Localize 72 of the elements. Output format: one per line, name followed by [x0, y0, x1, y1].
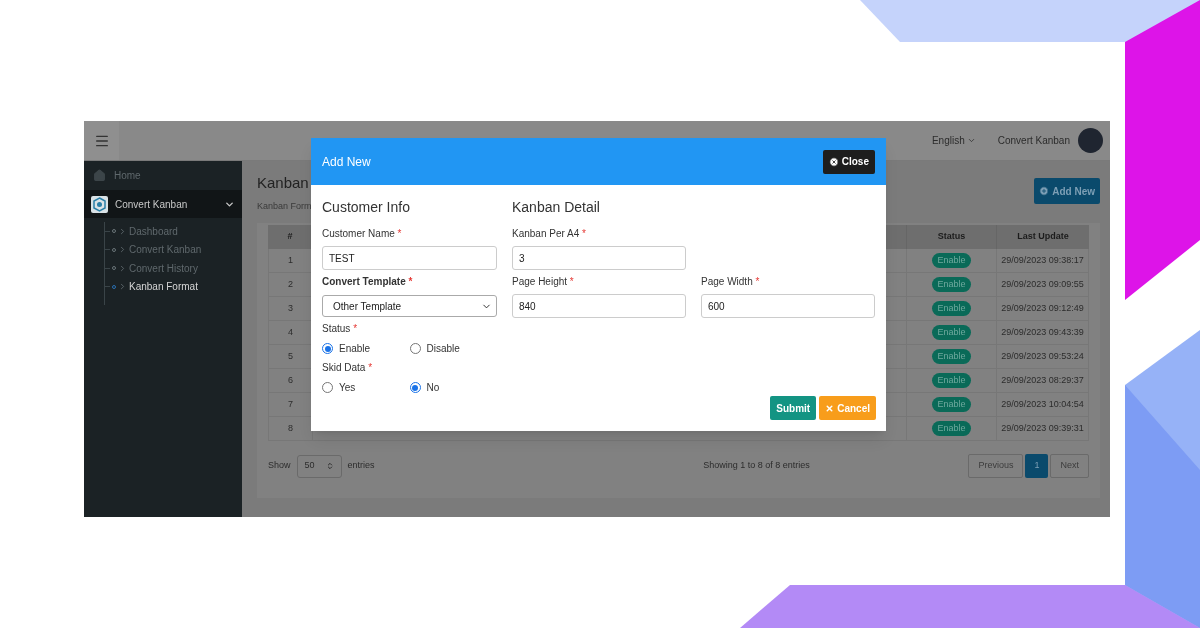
table-cell: 29/09/2023 09:38:17: [997, 249, 1089, 272]
text-field[interactable]: 600: [701, 294, 875, 318]
radio-label: Enable: [339, 342, 371, 356]
status-badge: Enable: [932, 276, 971, 293]
text-field[interactable]: 840: [512, 294, 686, 318]
entries-label: entries: [347, 459, 375, 473]
dialog-title: Add New: [322, 153, 371, 171]
required-mark: *: [754, 276, 760, 287]
table-cell: 29/09/2023 09:09:55: [997, 273, 1089, 296]
field-label: Customer Name *: [322, 227, 403, 241]
table-cell: 29/09/2023 09:39:31: [997, 417, 1089, 440]
status-badge: Enable: [932, 348, 971, 365]
app-logo-icon: [91, 195, 108, 213]
pagination-button[interactable]: Previous: [968, 454, 1024, 478]
radio-label: Yes: [339, 381, 356, 395]
table-cell: 29/09/2023 09:53:24: [997, 345, 1089, 368]
status-badge: Enable: [932, 300, 971, 317]
pagination-button[interactable]: 1: [1025, 454, 1049, 478]
entries-info: Showing 1 to 8 of 8 entries: [703, 459, 810, 473]
required-mark: *: [352, 323, 358, 334]
column-header: Status: [906, 225, 997, 249]
required-mark: *: [367, 362, 373, 373]
cancel-button[interactable]: Cancel: [819, 396, 876, 420]
field-label: Kanban Per A4 *: [512, 227, 587, 241]
column-header: Last Update: [1016, 230, 1070, 244]
sidebar-item[interactable]: Convert Kanban: [84, 190, 242, 218]
show-label: Show: [268, 459, 291, 473]
home-icon: [93, 169, 106, 182]
field-label: Skid Data *: [322, 361, 374, 375]
status-badge: Enable: [932, 420, 971, 437]
status-badge: Enable: [932, 396, 971, 413]
field-label: Page Width *: [701, 275, 761, 289]
cancel-icon: [825, 403, 835, 413]
status-badge: Enable: [932, 324, 971, 341]
template-dropdown[interactable]: Other Template: [322, 295, 497, 317]
radio-label: No: [426, 381, 440, 395]
close-button[interactable]: Close: [822, 149, 875, 174]
add-new-button[interactable]: Add New: [1034, 178, 1100, 204]
page-size-select[interactable]: 50: [296, 454, 342, 478]
pagination-button[interactable]: Next: [1050, 454, 1089, 478]
radio-label: Disable: [426, 342, 460, 356]
close-icon: [828, 156, 839, 167]
required-mark: *: [407, 276, 413, 287]
sidebar-subitem[interactable]: Dashboard: [129, 223, 178, 239]
required-mark: *: [396, 228, 402, 239]
field-label: Status *: [322, 322, 359, 336]
language-dropdown[interactable]: English: [931, 133, 976, 148]
status-badge: Enable: [932, 372, 971, 389]
table-cell: 29/09/2023 09:12:49: [997, 297, 1089, 320]
page-title: Kanban: [257, 173, 310, 193]
sidebar-item[interactable]: Home: [84, 161, 242, 190]
field-label: Page Height *: [512, 275, 575, 289]
table-cell: 29/09/2023 08:29:37: [997, 369, 1089, 392]
user-name: Convert Kanban: [997, 134, 1070, 148]
required-mark: *: [581, 228, 586, 239]
plus-icon: [1039, 186, 1050, 196]
field-label: Convert Template *: [322, 275, 414, 289]
required-mark: *: [568, 276, 574, 287]
submit-button[interactable]: Submit: [770, 396, 817, 420]
text-field[interactable]: 3: [512, 246, 686, 270]
table-cell: 29/09/2023 10:04:54: [997, 393, 1089, 416]
avatar[interactable]: [1078, 128, 1103, 153]
sidebar-subitem[interactable]: Kanban Format: [129, 279, 198, 295]
sidebar-subitem[interactable]: Convert History: [129, 260, 198, 276]
text-field[interactable]: TEST: [322, 246, 497, 270]
sort-arrows-icon: [325, 462, 334, 470]
chevron-down-icon: [966, 136, 976, 145]
section-heading: Kanban Detail: [512, 198, 601, 217]
section-heading: Customer Info: [322, 198, 411, 217]
sidebar-subitem[interactable]: Convert Kanban: [129, 242, 202, 258]
status-badge: Enable: [932, 252, 971, 269]
table-cell: 29/09/2023 09:43:39: [997, 321, 1089, 344]
